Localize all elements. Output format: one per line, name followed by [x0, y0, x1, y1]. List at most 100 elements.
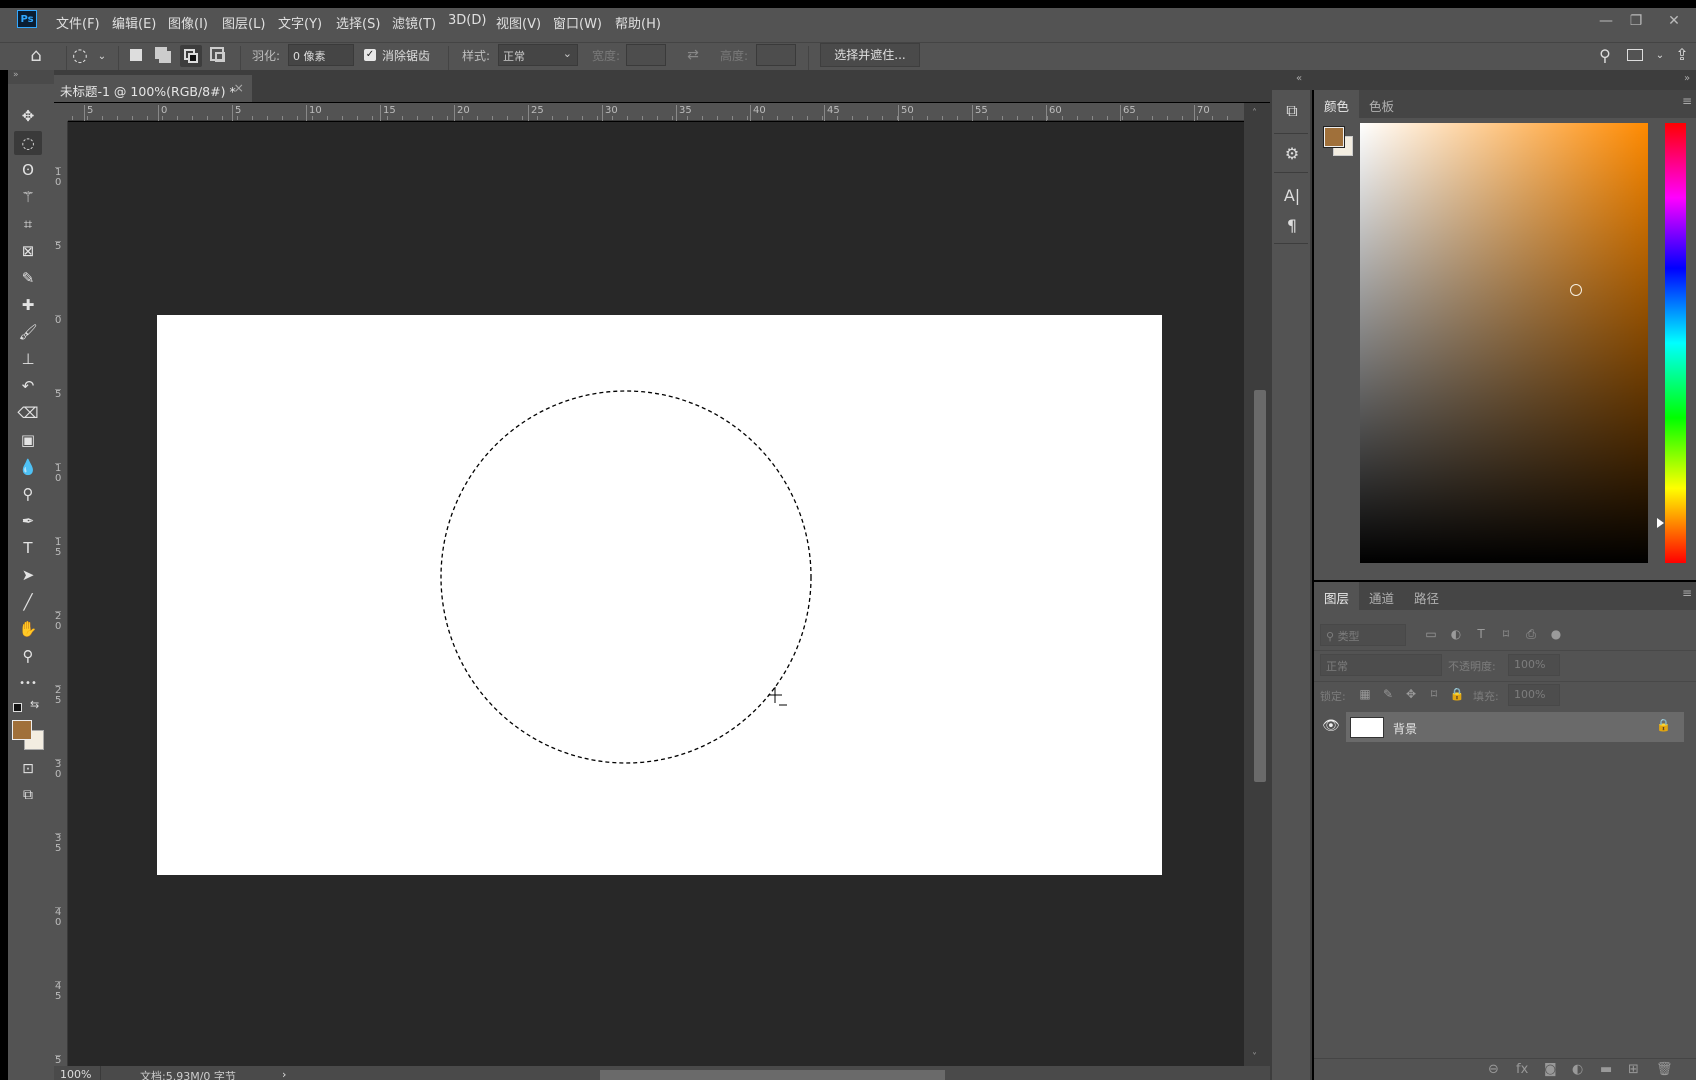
- swap-colors-icon[interactable]: ⇆: [30, 698, 39, 711]
- menu-item-0[interactable]: 文件(F): [56, 13, 100, 33]
- healing-brush-tool-icon[interactable]: ✚: [14, 293, 42, 317]
- character-icon[interactable]: A|: [1277, 180, 1307, 210]
- menu-item-9[interactable]: 窗口(W): [553, 13, 602, 33]
- line-tool-icon[interactable]: ╱: [14, 590, 42, 614]
- type-filter-icon[interactable]: T: [1472, 627, 1490, 641]
- color-saturation-brightness-field[interactable]: [1360, 123, 1648, 563]
- hand-tool-icon[interactable]: ✋: [14, 617, 42, 641]
- workspace-icon[interactable]: [1627, 49, 1643, 61]
- zoom-level[interactable]: 100%: [60, 1068, 91, 1080]
- intersect-selection-icon[interactable]: [210, 47, 225, 62]
- smart-object-filter-icon[interactable]: ⎙: [1522, 627, 1540, 642]
- menu-item-6[interactable]: 滤镜(T): [392, 13, 436, 33]
- pixel-filter-icon[interactable]: ▭: [1422, 627, 1440, 641]
- new-selection-icon[interactable]: [130, 49, 142, 61]
- horizontal-scroll-thumb[interactable]: [600, 1070, 945, 1080]
- clone-stamp-tool-icon[interactable]: ⊥: [14, 347, 42, 371]
- menu-item-8[interactable]: 视图(V): [496, 13, 541, 33]
- pen-tool-icon[interactable]: ✒: [14, 509, 42, 533]
- magic-wand-tool-icon[interactable]: ⚚: [14, 185, 42, 209]
- adjustment-filter-icon[interactable]: ◐: [1447, 627, 1465, 641]
- screen-mode-icon[interactable]: ⧉: [14, 783, 42, 807]
- quick-mask-icon[interactable]: ⊡: [14, 757, 42, 781]
- layer-lock-icon[interactable]: 🔒: [1656, 718, 1671, 732]
- elliptical-marquee-tool-icon[interactable]: ◌: [14, 131, 42, 155]
- filter-toggle-icon[interactable]: ●: [1547, 627, 1565, 641]
- opacity-input[interactable]: 100%: [1508, 654, 1560, 676]
- expand-panels-icon[interactable]: »: [1684, 73, 1690, 84]
- color-panel-tab-1[interactable]: 色板: [1359, 90, 1404, 118]
- menu-item-4[interactable]: 文字(Y): [278, 13, 322, 33]
- panel-menu-icon[interactable]: ≡: [1682, 94, 1692, 108]
- paragraph-icon[interactable]: ¶: [1277, 210, 1307, 240]
- history-brush-tool-icon[interactable]: ↶: [14, 374, 42, 398]
- crop-tool-icon[interactable]: ⌗: [14, 212, 42, 236]
- lasso-tool-icon[interactable]: ʘ: [14, 158, 42, 182]
- horizontal-ruler[interactable]: 5 0 5 10 15 20 25 30 35 40 45 50 55 60 65 70: [68, 103, 1244, 121]
- menu-item-10[interactable]: 帮助(H): [615, 13, 661, 33]
- hue-slider-handle[interactable]: [1657, 518, 1664, 529]
- default-colors-icon[interactable]: [13, 703, 22, 712]
- path-selection-tool-icon[interactable]: ➤: [14, 563, 42, 587]
- lock-position-icon[interactable]: ✥: [1402, 687, 1420, 701]
- delete-layer-icon[interactable]: 🗑: [1656, 1062, 1673, 1077]
- blend-mode-select[interactable]: 正常: [1320, 654, 1442, 676]
- foreground-color-swatch[interactable]: [12, 720, 32, 740]
- vertical-ruler[interactable]: 1 05051 01 52 02 53 03 54 04 55 0: [54, 121, 68, 1076]
- fill-input[interactable]: 100%: [1508, 684, 1560, 706]
- scroll-up-icon[interactable]: ˄: [1252, 108, 1257, 119]
- chevron-down-icon[interactable]: ⌄: [1650, 45, 1670, 65]
- elliptical-marquee-preset-icon[interactable]: ◌: [70, 45, 90, 66]
- share-icon[interactable]: ⇪: [1672, 44, 1692, 64]
- lock-transparent-icon[interactable]: ▦: [1356, 687, 1374, 701]
- eyedropper-tool-icon[interactable]: ✎: [14, 266, 42, 290]
- link-layers-icon[interactable]: ⊖: [1488, 1062, 1499, 1077]
- eraser-tool-icon[interactable]: ⌫: [14, 401, 42, 425]
- scroll-down-icon[interactable]: ˅: [1252, 1052, 1257, 1063]
- select-and-mask-button[interactable]: 选择并遮住...: [820, 43, 920, 67]
- move-tool-icon[interactable]: ✥: [14, 104, 42, 128]
- zoom-tool-icon[interactable]: ⚲: [14, 644, 42, 668]
- chevron-down-icon[interactable]: ⌄: [92, 46, 112, 66]
- collapse-toolbar-button[interactable]: »: [8, 70, 54, 84]
- search-icon[interactable]: ⚲: [1595, 45, 1615, 65]
- shape-filter-icon[interactable]: ⌑: [1497, 627, 1515, 641]
- lock-all-icon[interactable]: 🔒: [1448, 687, 1466, 701]
- feather-input[interactable]: 0 像素: [288, 44, 354, 66]
- status-menu-arrow[interactable]: ›: [282, 1068, 286, 1080]
- layers-panel-tab-0[interactable]: 图层: [1314, 582, 1360, 610]
- visibility-eye-icon[interactable]: 👁: [1322, 718, 1340, 734]
- dodge-tool-icon[interactable]: ⚲: [14, 482, 42, 506]
- menu-item-5[interactable]: 选择(S): [336, 13, 380, 33]
- new-group-icon[interactable]: ▬: [1600, 1062, 1612, 1077]
- menu-item-2[interactable]: 图像(I): [168, 13, 208, 33]
- properties-icon[interactable]: ⚙: [1277, 138, 1307, 168]
- add-mask-icon[interactable]: ◙: [1544, 1062, 1557, 1077]
- ruler-origin[interactable]: [54, 103, 68, 121]
- document-tab[interactable]: 未标题-1 @ 100%(RGB/8#) * ×: [54, 75, 252, 102]
- color-panel-tab-0[interactable]: 颜色: [1314, 90, 1360, 118]
- layer-style-icon[interactable]: fx: [1516, 1062, 1528, 1077]
- antialias-checkbox[interactable]: ✓: [364, 49, 376, 61]
- subtract-from-selection-button[interactable]: [180, 45, 202, 67]
- menu-item-7[interactable]: 3D(D): [448, 13, 486, 33]
- home-icon[interactable]: ⌂: [26, 45, 46, 66]
- close-tab-icon[interactable]: ×: [234, 80, 244, 95]
- brush-tool-icon[interactable]: 🖌: [14, 320, 42, 344]
- blur-tool-icon[interactable]: 💧: [14, 455, 42, 479]
- layers-panel-tab-2[interactable]: 路径: [1404, 582, 1449, 610]
- new-layer-icon[interactable]: ⊞: [1628, 1062, 1639, 1077]
- close-window-button[interactable]: ✕: [1660, 10, 1688, 32]
- minimize-button[interactable]: —: [1592, 10, 1620, 32]
- menu-item-3[interactable]: 图层(L): [222, 13, 265, 33]
- hue-slider[interactable]: [1665, 123, 1686, 563]
- vertical-scroll-thumb[interactable]: [1254, 390, 1266, 782]
- foreground-color-chip[interactable]: [1323, 126, 1345, 148]
- style-select[interactable]: 正常 ⌄: [498, 44, 578, 66]
- lock-image-icon[interactable]: ✎: [1379, 687, 1397, 701]
- panel-menu-icon[interactable]: ≡: [1682, 586, 1692, 600]
- add-to-selection-icon[interactable]: [155, 47, 167, 59]
- frame-tool-icon[interactable]: ⊠: [14, 239, 42, 263]
- layer-filter-select[interactable]: ⚲ 类型: [1320, 624, 1406, 646]
- lock-artboard-icon[interactable]: ⌑: [1425, 687, 1443, 701]
